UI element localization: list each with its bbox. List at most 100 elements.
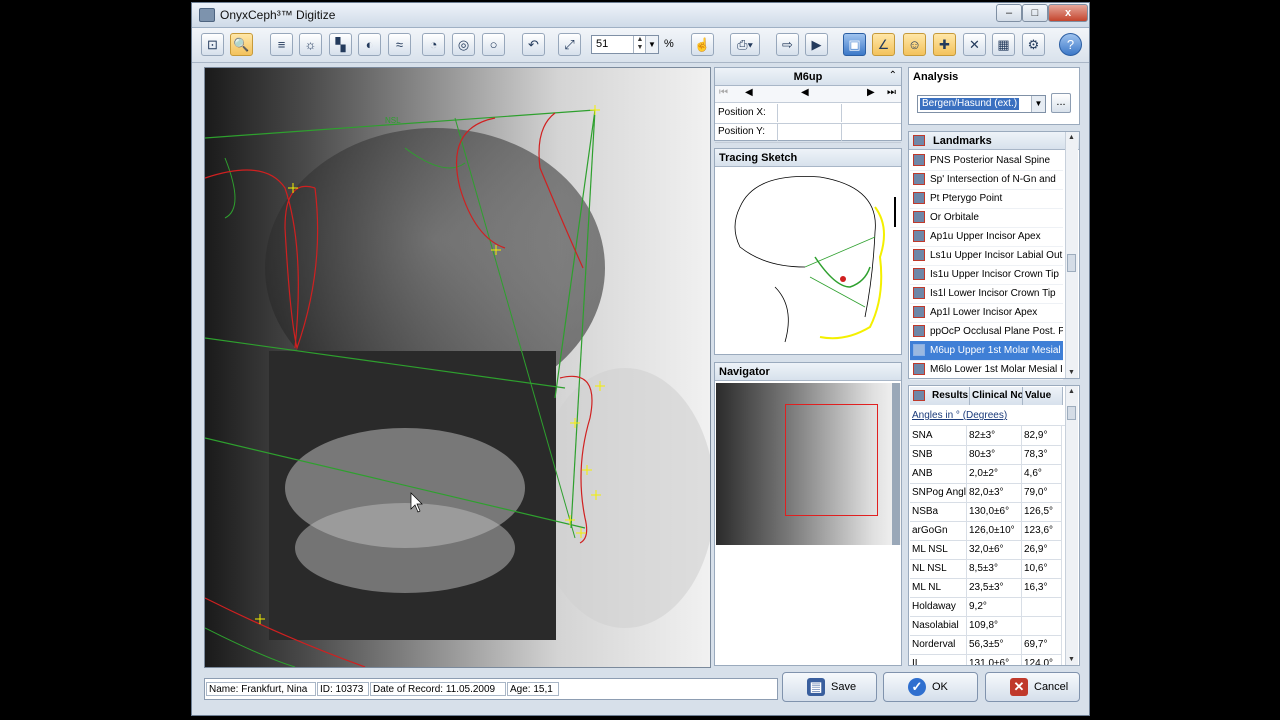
export-icon[interactable]: ⇨ (776, 33, 799, 56)
scroll-down-icon[interactable]: ▼ (1066, 369, 1077, 376)
sharpen-icon[interactable]: ◎ (452, 33, 475, 56)
landmarks-scroll-thumb[interactable] (1067, 254, 1076, 272)
angle-tool-icon[interactable]: ∠ (872, 33, 895, 56)
position-y-field[interactable] (777, 123, 842, 141)
scroll-down-icon[interactable]: ▼ (1066, 656, 1077, 663)
prev-icon[interactable]: ◀ (745, 87, 753, 98)
undo-icon[interactable]: ↶ (522, 33, 545, 56)
check-icon: ✓ (908, 678, 926, 696)
results-row[interactable]: ANB 2,0±2° 4,6° (910, 464, 1062, 484)
cancel-button[interactable]: ✕ Cancel (985, 672, 1080, 702)
maximize-button[interactable]: □ (1022, 4, 1048, 22)
landmark-item[interactable]: ppOcP Occlusal Plane Post. P (910, 322, 1063, 342)
landmark-position-panel: M6up ⌃ ⏮ ◀ ◀ ▶ ⏭ Position X: Position Y: (714, 67, 904, 143)
landmarks-header-icon (913, 135, 925, 146)
collapse-icon[interactable]: ⌃ (889, 70, 897, 81)
results-scrollbar[interactable]: ▲ ▼ (1065, 386, 1078, 665)
landmark-item[interactable]: Sp' Intersection of N-Gn and (910, 170, 1063, 190)
profile-tool-icon[interactable]: ☺ (903, 33, 926, 56)
back-icon[interactable]: ◀ (801, 87, 809, 98)
contrast-icon[interactable]: ▚ (329, 33, 352, 56)
results-row[interactable]: II 131,0±6° 124,0° (910, 654, 1062, 665)
results-cell-norm: 56,3±5° (967, 635, 1022, 654)
landmark-item[interactable]: Pt Pterygo Point (910, 189, 1063, 209)
minimize-button[interactable]: – (996, 4, 1022, 22)
results-row[interactable]: SNA 82±3° 82,9° (910, 426, 1062, 446)
last-icon[interactable]: ⏭ (887, 87, 896, 98)
landmark-item[interactable]: Ap1l Lower Incisor Apex (910, 303, 1063, 323)
position-x-field[interactable] (777, 104, 842, 122)
magnifier-icon[interactable]: 🔍 (230, 33, 253, 56)
landmark-item[interactable]: Ls1u Upper Incisor Labial Out (910, 246, 1063, 266)
xray-canvas[interactable]: NSL (204, 67, 711, 668)
results-cell-name: SNA (910, 426, 967, 445)
results-row[interactable]: ML NL 23,5±3° 16,3° (910, 578, 1062, 598)
landmark-item[interactable]: Is1l Lower Incisor Crown Tip (910, 284, 1063, 304)
position-x-row: Position X: (715, 104, 901, 124)
results-row[interactable]: SNB 80±3° 78,3° (910, 445, 1062, 465)
tracing-sketch-title: Tracing Sketch (715, 149, 901, 167)
next-icon[interactable]: ▶ (867, 87, 875, 98)
analysis-select[interactable]: Bergen/Hasund (ext.) ▼ (917, 95, 1046, 113)
help-icon[interactable]: ? (1059, 33, 1082, 56)
save-button[interactable]: ▤ Save (782, 672, 877, 702)
first-icon[interactable]: ⏮ (719, 87, 728, 98)
results-col-value[interactable]: Value (1023, 387, 1063, 405)
invert-icon[interactable]: ◐ (358, 33, 381, 56)
sella-tracing (224, 157, 236, 219)
filter-icon[interactable]: ≈ (388, 33, 411, 56)
results-cell-name: II (910, 654, 967, 665)
zoom-stepper[interactable]: 51 ▲ ▼ ▼ (591, 35, 659, 54)
sketch-green-1 (804, 236, 876, 268)
scroll-up-icon[interactable]: ▲ (1066, 134, 1077, 141)
table-icon[interactable]: ▦ (992, 33, 1015, 56)
glasses-icon[interactable]: ◔ (422, 33, 445, 56)
results-row[interactable]: arGoGn 126,0±10° 123,6° (910, 521, 1062, 541)
position-y-field-2[interactable] (841, 123, 904, 141)
results-scroll-thumb[interactable] (1067, 406, 1076, 420)
navigator-title: Navigator (715, 363, 901, 381)
chevron-down-icon[interactable]: ▼ (645, 36, 658, 53)
navigator-viewport-rect[interactable] (785, 404, 878, 516)
play-icon[interactable]: ▶ (805, 33, 828, 56)
ok-button[interactable]: ✓ OK (883, 672, 978, 702)
analysis-more-button[interactable]: ... (1051, 93, 1071, 113)
landmark-item-label: Ap1u Upper Incisor Apex (930, 231, 1041, 242)
results-row[interactable]: Norderval 56,3±5° 69,7° (910, 635, 1062, 655)
navigator-scrollbar[interactable] (892, 383, 900, 545)
image-view-icon[interactable]: ▣ (843, 33, 866, 56)
results-row[interactable]: NSBa 130,0±6° 126,5° (910, 502, 1062, 522)
results-col-norm[interactable]: Clinical No (970, 387, 1023, 405)
results-cell-value: 10,6° (1022, 559, 1062, 578)
add-landmark-icon[interactable]: ✚ (933, 33, 956, 56)
brightness-icon[interactable]: ☼ (299, 33, 322, 56)
results-row[interactable]: Nasolabial 109,8° (910, 616, 1062, 636)
print-icon[interactable]: ⎙▾ (730, 33, 760, 56)
landmark-item[interactable]: Is1u Upper Incisor Crown Tip (910, 265, 1063, 285)
results-cell-norm: 130,0±6° (967, 502, 1022, 521)
landmark-item[interactable]: Ap1u Upper Incisor Apex (910, 227, 1063, 247)
navigator-thumbnail[interactable] (716, 383, 901, 545)
landmarks-scrollbar[interactable]: ▲ ▼ (1065, 132, 1078, 378)
chevron-down-icon[interactable]: ▼ (1031, 96, 1045, 112)
results-row[interactable]: SNPog Angle 82,0±3° 79,0° (910, 483, 1062, 503)
results-row[interactable]: Holdaway 9,2° (910, 597, 1062, 617)
landmark-item[interactable]: M6lo Lower 1st Molar Mesial I (910, 360, 1063, 380)
position-x-field-2[interactable] (841, 104, 904, 122)
scroll-up-icon[interactable]: ▲ (1066, 388, 1077, 395)
landmark-item[interactable]: Or Orbitale (910, 208, 1063, 228)
levels-icon[interactable]: ≡ (270, 33, 293, 56)
touch-icon[interactable]: ☝ (691, 33, 714, 56)
results-row[interactable]: NL NSL 8,5±3° 10,6° (910, 559, 1062, 579)
results-cell-name: SNPog Angle (910, 483, 967, 502)
landmark-item[interactable]: M6up Upper 1st Molar Mesial (910, 341, 1063, 361)
circle-icon[interactable]: ○ (482, 33, 505, 56)
landmark-n[interactable] (590, 105, 600, 115)
close-button[interactable]: x (1048, 4, 1088, 22)
results-row[interactable]: ML NSL 32,0±6° 26,9° (910, 540, 1062, 560)
fit-window-icon[interactable]: ⤢ (558, 33, 581, 56)
tooltip-icon[interactable]: ✕ (963, 33, 986, 56)
gear-icon[interactable]: ⚙ (1022, 33, 1045, 56)
landmark-item[interactable]: PNS Posterior Nasal Spine (910, 151, 1063, 171)
zoom-fit-icon[interactable]: ⊡ (201, 33, 224, 56)
